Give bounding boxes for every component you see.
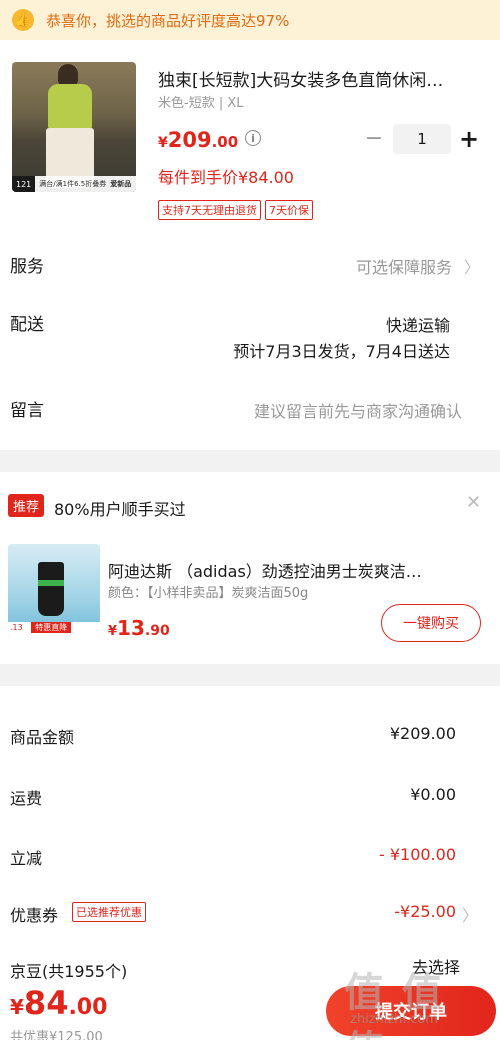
service-row[interactable]: 服务 可选保障服务〉: [0, 252, 500, 282]
unit-final-price: 每件到手价¥84.00: [158, 168, 294, 187]
delivery-method: 快递运输: [385, 316, 450, 335]
watermark-logo: 值 值 值: [344, 970, 444, 1040]
coupon-label: 优惠券: [10, 906, 59, 925]
recommend-badge: 推荐: [8, 494, 45, 517]
delivery-row[interactable]: 配送 快递运输 预计7月3日发货，7月4日送达: [0, 310, 500, 366]
goods-amount-value: ¥209.00: [389, 724, 456, 743]
return-tag: 支持7天无理由退货: [158, 200, 261, 220]
image-brand: 爱新品: [110, 180, 132, 188]
quantity-decrease-button[interactable]: −: [364, 126, 384, 151]
product-image[interactable]: 121 满台/满1件6.5折叠券 爱新品: [12, 62, 136, 192]
banner-text: 恭喜你，挑选的商品好评度高达97%: [46, 11, 290, 30]
message-row[interactable]: 留言 建议留言前先与商家沟通确认: [0, 396, 500, 426]
discount-value: - ¥100.00: [378, 845, 456, 864]
watermark-url: zhizhizhi.com: [350, 1012, 438, 1027]
chevron-right-icon: 〉: [463, 258, 480, 277]
quantity-increase-button[interactable]: +: [458, 124, 480, 154]
image-promo: 满台/满1件6.5折叠券: [39, 180, 107, 188]
shipping-label: 运费: [10, 789, 43, 808]
image-deal-tag: 特惠直降: [31, 622, 72, 633]
goods-amount-label: 商品金额: [10, 728, 75, 747]
recommend-title: 80%用户顺手买过: [54, 500, 186, 519]
shipping-value: ¥0.00: [410, 785, 456, 804]
one-click-buy-button[interactable]: 一键购买: [381, 604, 481, 642]
chevron-right-icon[interactable]: 〉: [462, 902, 478, 926]
jingdou-label: 京豆(共1955个): [10, 962, 128, 981]
discount-label: 立减: [10, 849, 43, 868]
product-image-label: 121 满台/满1件6.5折叠券 爱新品: [12, 176, 136, 192]
price-info-icon[interactable]: i: [245, 130, 261, 146]
total-saving: 共优惠¥125.00: [10, 1030, 103, 1040]
thumbs-up-icon: 👍: [12, 9, 34, 31]
service-value: 可选保障服务: [355, 258, 452, 277]
product-price: ¥209.00: [158, 128, 239, 152]
recommend-product-variant: 颜色：【小样非卖品】炭爽洁面50g: [108, 586, 309, 601]
delivery-estimate: 预计7月3日发货，7月4日送达: [233, 342, 450, 361]
product-tube: [38, 562, 64, 616]
price-protect-tag: 7天价保: [265, 200, 313, 220]
message-placeholder[interactable]: 建议留言前先与商家沟通确认: [254, 398, 462, 422]
message-label: 留言: [10, 401, 44, 421]
image-price: .13: [10, 623, 23, 632]
close-icon[interactable]: ✕: [466, 492, 481, 513]
quantity-input[interactable]: 1: [393, 124, 451, 154]
coupon-tag: 已选推荐优惠: [72, 902, 146, 922]
praise-banner: 👍 恭喜你，挑选的商品好评度高达97%: [0, 0, 500, 40]
service-tags: 支持7天无理由退货 7天价保: [158, 200, 313, 220]
service-label: 服务: [10, 257, 44, 277]
total-price: ¥84.00: [10, 984, 108, 1022]
coupon-value[interactable]: -¥25.00: [394, 902, 456, 921]
recommend-product-name[interactable]: 阿迪达斯 （adidas）劲透控油男士炭爽洁…: [108, 558, 478, 582]
product-variant[interactable]: 米色-短款 | XL: [158, 92, 243, 111]
delivery-label: 配送: [10, 315, 44, 335]
order-item-card: 121 满台/满1件6.5折叠券 爱新品 独束[长短款]大码女装多色直筒休闲… …: [0, 40, 500, 450]
recommend-price: ¥13.90: [108, 616, 170, 640]
image-sale-label: 121: [12, 176, 36, 192]
product-figure: [58, 64, 78, 86]
product-title[interactable]: 独束[长短款]大码女装多色直筒休闲…: [158, 66, 482, 91]
recommend-card: 推荐 80%用户顺手买过 ✕ .13 特惠直降 阿迪达斯 （adidas）劲透控…: [0, 472, 500, 664]
recommend-product-image[interactable]: .13 特惠直降: [8, 544, 100, 638]
